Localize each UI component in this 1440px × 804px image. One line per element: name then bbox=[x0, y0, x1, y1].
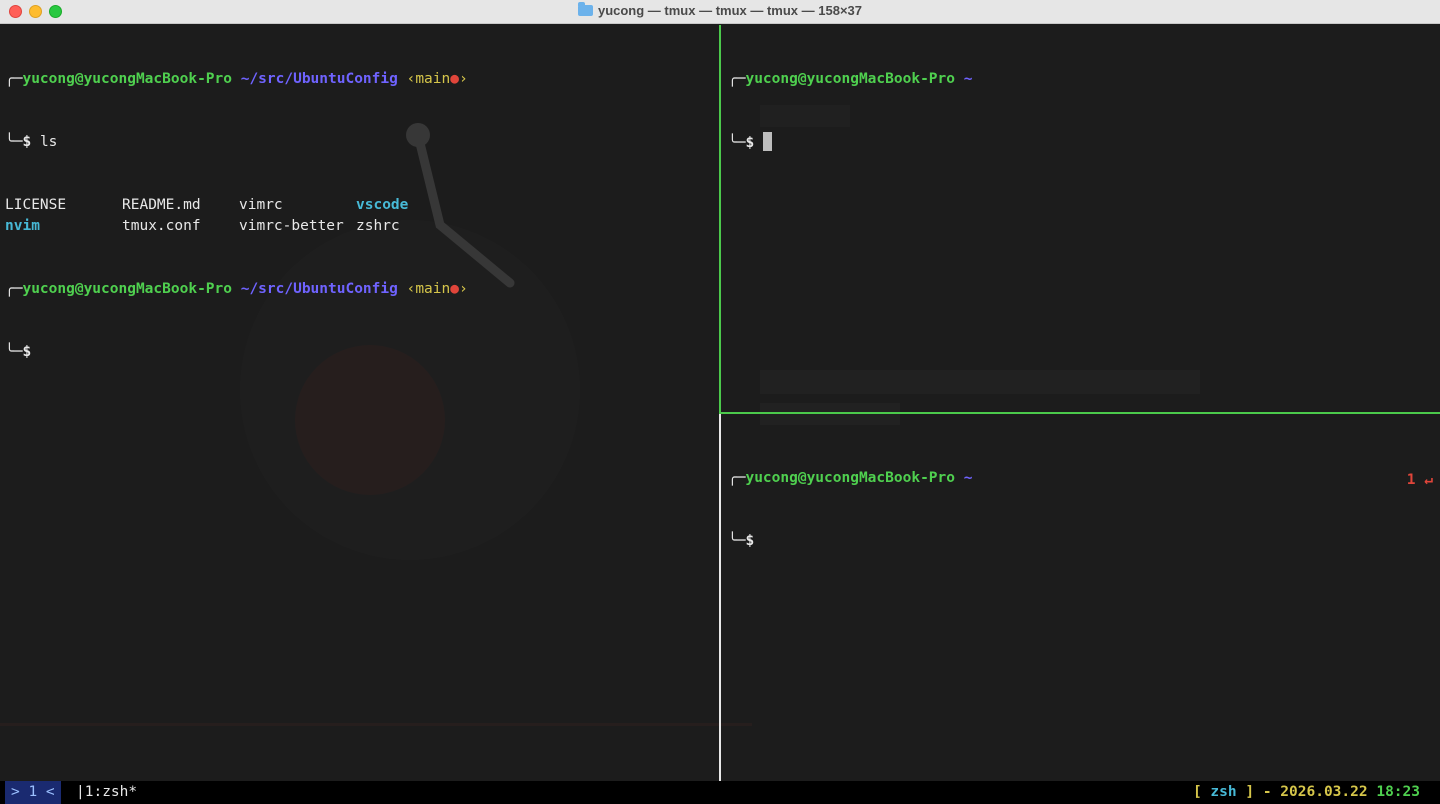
prompt-dollar: $ bbox=[22, 344, 32, 360]
prompt-corner-top: ╭─ bbox=[5, 281, 23, 297]
git-dirty-indicator: ● bbox=[450, 281, 459, 297]
status-time: 18:23 bbox=[1376, 784, 1420, 800]
terminal-area[interactable]: ╭─yucong@yucongMacBook-Pro ~/src/UbuntuC… bbox=[0, 25, 1440, 781]
prompt-line: ╭─yucong@yucongMacBook-Pro ~ bbox=[728, 468, 1436, 489]
ls-entry: README.md bbox=[122, 197, 201, 213]
command-line: ╰─$ bbox=[728, 132, 1436, 153]
prompt-line: ╭─yucong@yucongMacBook-Pro ~/src/UbuntuC… bbox=[5, 279, 717, 300]
pane-divider-horizontal[interactable] bbox=[721, 412, 1440, 414]
current-shell: zsh bbox=[1210, 784, 1237, 800]
git-branch-close: › bbox=[458, 281, 468, 297]
pane-divider-vertical[interactable] bbox=[719, 25, 721, 781]
prompt-user-host: yucong@yucongMacBook-Pro bbox=[745, 470, 955, 486]
prompt-corner-bottom: ╰─ bbox=[5, 344, 23, 360]
command-line: ╰─$ ls bbox=[5, 132, 717, 153]
window-title: yucong — tmux — tmux — tmux — 158×37 bbox=[597, 3, 863, 18]
status-bracket-close: ] bbox=[1236, 784, 1255, 800]
ls-entry: vscode bbox=[356, 197, 409, 213]
ls-entry: nvim bbox=[5, 218, 40, 234]
ls-output: LICENSE README.md vimrc vscode nvim tmux… bbox=[5, 195, 717, 237]
prompt-corner-bottom: ╰─ bbox=[728, 533, 746, 549]
prompt-path: ~/src/UbuntuConfig bbox=[240, 281, 398, 297]
prompt-dollar: $ bbox=[22, 134, 32, 150]
ls-entry: zshrc bbox=[356, 218, 400, 234]
prompt-corner-bottom: ╰─ bbox=[728, 135, 746, 151]
ls-entry: vimrc bbox=[239, 197, 283, 213]
git-dirty-indicator: ● bbox=[450, 71, 459, 87]
exit-code: 1 bbox=[1406, 472, 1416, 488]
terminal-window: yucong — tmux — tmux — tmux — 158×37 ╭─y… bbox=[0, 0, 1440, 804]
prompt-path: ~/src/UbuntuConfig bbox=[240, 71, 398, 87]
prompt-dollar: $ bbox=[745, 135, 755, 151]
active-border-segment bbox=[719, 25, 721, 414]
text-cursor bbox=[762, 132, 772, 151]
command-line: ╰─$ bbox=[728, 531, 1436, 552]
top-right-pane[interactable]: ╭─yucong@yucongMacBook-Pro ~ ╰─$ bbox=[728, 27, 1436, 407]
ls-entry: vimrc-better bbox=[239, 218, 344, 234]
ls-entry: LICENSE bbox=[5, 197, 67, 213]
prompt-dollar: $ bbox=[745, 533, 755, 549]
session-indicator[interactable]: > 1 < bbox=[5, 781, 61, 804]
status-date: 2026.03.22 bbox=[1280, 784, 1368, 800]
command-text: ls bbox=[39, 134, 58, 150]
status-right: [ zsh ] - 2026.03.22 18:23 bbox=[1193, 781, 1420, 804]
prompt-corner-top: ╭─ bbox=[728, 470, 746, 486]
git-branch: ‹main bbox=[406, 281, 451, 297]
return-icon: ↵ bbox=[1424, 472, 1433, 488]
exit-status: 1 ↵ bbox=[1407, 470, 1433, 491]
tmux-status-bar: > 1 < |1:zsh* [ zsh ] - 2026.03.22 18:23 bbox=[0, 781, 1440, 804]
command-line: ╰─$ bbox=[5, 342, 717, 363]
git-branch-close: › bbox=[458, 71, 468, 87]
prompt-user-host: yucong@yucongMacBook-Pro bbox=[745, 71, 955, 87]
folder-icon bbox=[577, 2, 593, 16]
git-branch: ‹main bbox=[406, 71, 451, 87]
prompt-line: ╭─yucong@yucongMacBook-Pro ~/src/UbuntuC… bbox=[5, 69, 717, 90]
bottom-right-pane[interactable]: ╭─yucong@yucongMacBook-Pro ~ ╰─$ 1 ↵ bbox=[728, 426, 1436, 778]
prompt-corner-top: ╭─ bbox=[728, 71, 746, 87]
inactive-border-segment bbox=[719, 414, 721, 781]
status-bracket-open: [ bbox=[1192, 784, 1211, 800]
prompt-corner-bottom: ╰─ bbox=[5, 134, 23, 150]
prompt-user-host: yucong@yucongMacBook-Pro bbox=[22, 281, 232, 297]
left-pane[interactable]: ╭─yucong@yucongMacBook-Pro ~/src/UbuntuC… bbox=[5, 27, 717, 779]
window-title-wrap: yucong — tmux — tmux — tmux — 158×37 bbox=[0, 2, 1440, 18]
status-separator: - bbox=[1254, 784, 1281, 800]
ls-entry: tmux.conf bbox=[122, 218, 201, 234]
prompt-path: ~ bbox=[963, 470, 973, 486]
prompt-user-host: yucong@yucongMacBook-Pro bbox=[22, 71, 232, 87]
window-list-item[interactable]: |1:zsh* bbox=[76, 781, 137, 804]
prompt-path: ~ bbox=[963, 71, 973, 87]
prompt-line: ╭─yucong@yucongMacBook-Pro ~ bbox=[728, 69, 1436, 90]
prompt-corner-top: ╭─ bbox=[5, 71, 23, 87]
title-bar[interactable]: yucong — tmux — tmux — tmux — 158×37 bbox=[0, 0, 1440, 24]
